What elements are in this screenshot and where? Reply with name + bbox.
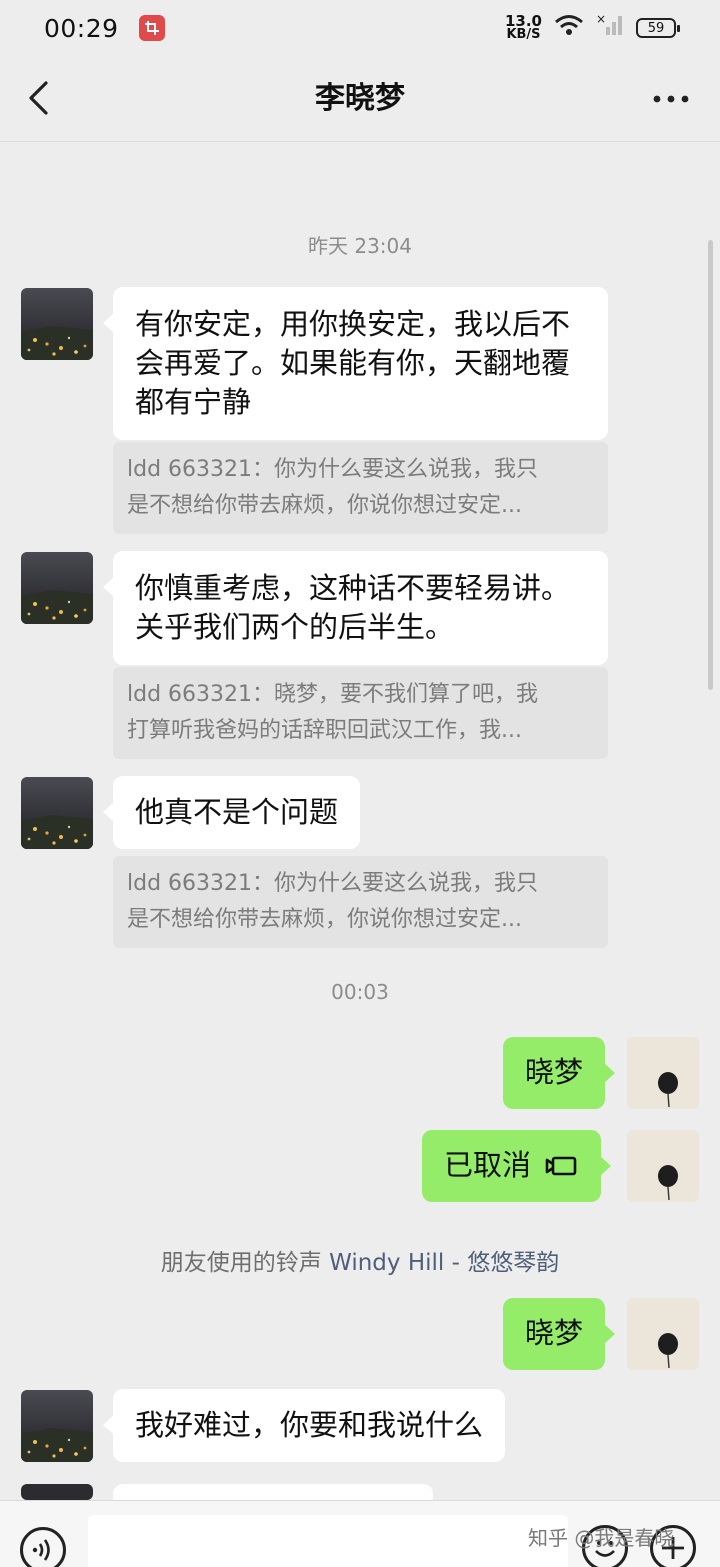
timestamp: 00:03: [331, 980, 389, 1004]
message-line: 关乎我们两个的后半生。: [135, 610, 455, 644]
quote-line: ldd 663321：你为什么要这么说我，我只: [127, 871, 539, 896]
more-button[interactable]: [648, 82, 694, 116]
wifi-icon: [554, 14, 584, 42]
screenshot-alert-icon: [138, 15, 165, 41]
battery-indicator: 59: [636, 18, 680, 38]
net-speed: 13.0 KB/S: [505, 14, 542, 42]
quote-line: 是不想给你带去麻烦，你说你想过安定...: [127, 493, 522, 518]
status-bar: 00:29 13.0 KB/S × 59: [0, 0, 720, 56]
quote-line: ldd 663321：晓梦，要不我们算了吧，我: [127, 682, 539, 707]
message-line: 会再爱了。如果能有你，天翻地覆: [135, 346, 571, 380]
message-input[interactable]: [88, 1515, 568, 1567]
quoted-message[interactable]: ldd 663321：你为什么要这么说我，我只 是不想给你带去麻烦，你说你想过安…: [113, 442, 608, 534]
status-right: 13.0 KB/S × 59: [505, 12, 680, 43]
quote-line: 是不想给你带去麻烦，你说你想过安定...: [127, 907, 522, 932]
voice-icon: [32, 1539, 50, 1561]
cancelled-call-bubble[interactable]: 已取消: [422, 1130, 612, 1202]
watermark: 知乎 @我是春晓: [528, 1526, 675, 1550]
quote-line: ldd 663321：你为什么要这么说我，我只: [127, 457, 539, 482]
chat-header: 李晓梦: [0, 56, 720, 142]
contact-avatar[interactable]: [21, 1484, 93, 1500]
message-line: 你慎重考虑，这种话不要轻易讲。: [135, 571, 571, 605]
contact-avatar[interactable]: [21, 1390, 93, 1462]
message-line: 有你安定，用你换安定，我以后不: [135, 307, 571, 341]
message-bubble-outgoing[interactable]: 晓梦: [503, 1037, 616, 1109]
message-bubble-incoming[interactable]: 有你安定，用你换安定，我以后不 会再爱了。如果能有你，天翻地覆 都有宁静: [103, 287, 608, 440]
message-bubble-incoming[interactable]: 我好难过，你要和我说什么: [102, 1389, 506, 1462]
svg-text:×: ×: [596, 13, 606, 26]
my-avatar[interactable]: [627, 1298, 699, 1370]
call-status-label: 已取消: [444, 1148, 532, 1182]
message-line: 都有宁静: [135, 385, 252, 419]
contact-avatar[interactable]: [21, 777, 93, 849]
voice-button[interactable]: [20, 1527, 66, 1567]
quote-line: 打算听我爸妈的话辞职回武汉工作，我...: [127, 718, 522, 743]
quoted-message[interactable]: ldd 663321：晓梦，要不我们算了吧，我 打算听我爸妈的话辞职回武汉工作，…: [113, 667, 608, 759]
my-avatar[interactable]: [627, 1037, 699, 1109]
contact-avatar[interactable]: [21, 552, 93, 624]
message-bubble-incoming[interactable]: [103, 1484, 433, 1530]
message-bubble-outgoing[interactable]: 晓梦: [503, 1298, 616, 1370]
net-speed-unit: KB/S: [506, 27, 541, 42]
ringtone-song-link[interactable]: Windy Hill - 悠悠琴韵: [329, 1250, 559, 1276]
back-button[interactable]: [18, 76, 58, 120]
message-bubble-incoming[interactable]: 他真不是个问题: [102, 776, 361, 849]
back-arrow-icon: [29, 81, 48, 115]
ringtone-prefix: 朋友使用的铃声: [160, 1250, 330, 1276]
chat-title: 李晓梦: [315, 81, 405, 116]
status-time: 00:29: [44, 13, 119, 43]
message-bubble-incoming[interactable]: 你慎重考虑，这种话不要轻易讲。 关乎我们两个的后半生。: [103, 551, 608, 665]
signal-icon: ×: [596, 12, 624, 43]
my-avatar[interactable]: [627, 1130, 699, 1202]
quoted-message[interactable]: ldd 663321：你为什么要这么说我，我只 是不想给你带去麻烦，你说你想过安…: [113, 856, 608, 948]
scrollbar[interactable]: [708, 240, 713, 690]
more-dots-icon: [653, 95, 689, 103]
video-call-cancelled-icon: [545, 1148, 579, 1187]
timestamp: 昨天 23:04: [308, 234, 412, 258]
contact-avatar[interactable]: [21, 288, 93, 360]
ringtone-notice: 朋友使用的铃声 Windy Hill - 悠悠琴韵: [0, 1243, 720, 1277]
